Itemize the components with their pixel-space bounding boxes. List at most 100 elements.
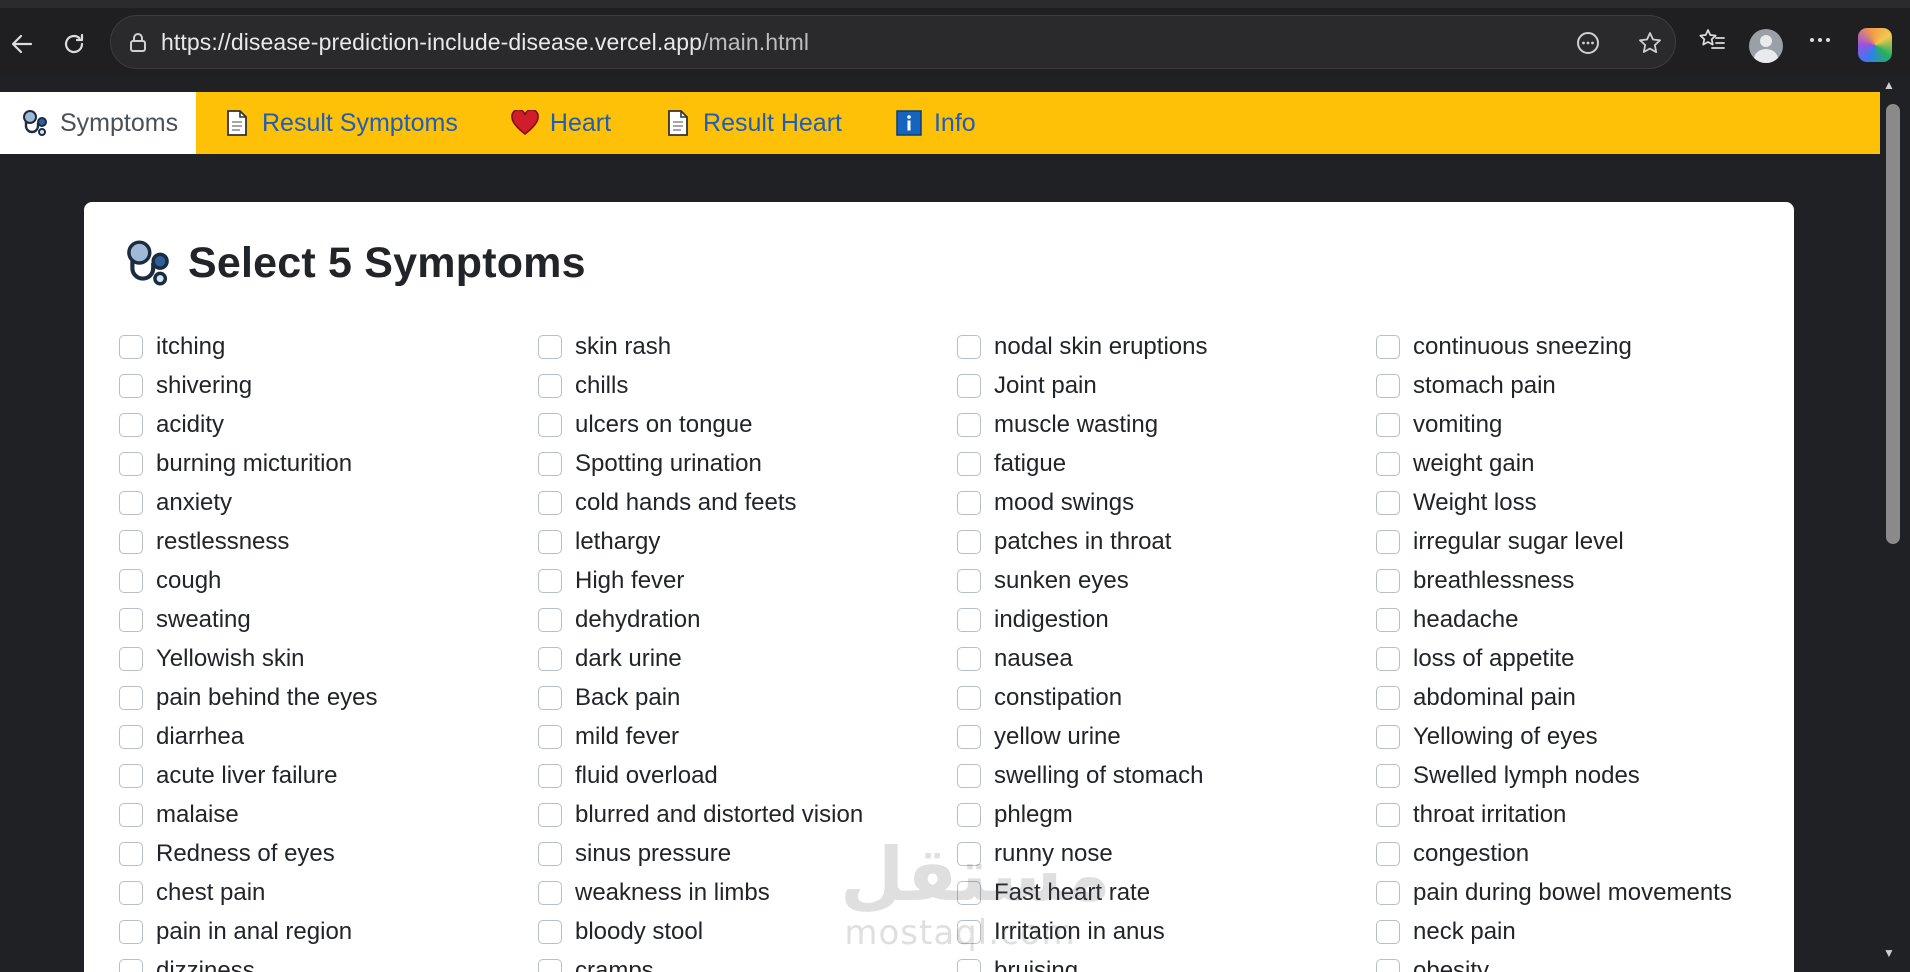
symptom-option[interactable]: constipation (957, 678, 1376, 717)
symptom-checkbox[interactable] (119, 685, 143, 710)
symptom-option[interactable]: runny nose (957, 834, 1376, 873)
symptom-option[interactable]: itching (119, 327, 538, 366)
symptom-option[interactable]: sinus pressure (538, 834, 957, 873)
symptom-checkbox[interactable] (1376, 529, 1400, 554)
symptom-checkbox[interactable] (1376, 958, 1400, 972)
symptom-option[interactable]: fluid overload (538, 756, 957, 795)
symptom-option[interactable]: pain behind the eyes (119, 678, 538, 717)
symptom-checkbox[interactable] (538, 451, 562, 476)
symptom-checkbox[interactable] (1376, 607, 1400, 632)
favorite-star-icon[interactable] (1635, 28, 1665, 58)
symptom-checkbox[interactable] (957, 490, 981, 515)
symptom-checkbox[interactable] (957, 880, 981, 905)
symptom-checkbox[interactable] (538, 490, 562, 515)
symptom-option[interactable]: irregular sugar level (1376, 522, 1791, 561)
reload-button[interactable] (54, 24, 94, 64)
symptom-option[interactable]: Irritation in anus (957, 912, 1376, 951)
symptom-option[interactable]: cough (119, 561, 538, 600)
symptom-checkbox[interactable] (538, 685, 562, 710)
url-text[interactable]: https://disease-prediction-include-disea… (161, 29, 809, 56)
symptom-checkbox[interactable] (957, 451, 981, 476)
symptom-option[interactable]: muscle wasting (957, 405, 1376, 444)
symptom-option[interactable]: pain in anal region (119, 912, 538, 951)
tab-symptoms[interactable]: Symptoms (0, 92, 196, 154)
symptom-checkbox[interactable] (957, 646, 981, 671)
symptom-option[interactable]: mood swings (957, 483, 1376, 522)
symptom-checkbox[interactable] (538, 334, 562, 359)
symptom-option[interactable]: phlegm (957, 795, 1376, 834)
symptom-checkbox[interactable] (538, 763, 562, 788)
symptom-option[interactable]: dark urine (538, 639, 957, 678)
symptom-option[interactable]: nausea (957, 639, 1376, 678)
symptom-option[interactable]: burning micturition (119, 444, 538, 483)
profile-avatar[interactable] (1749, 29, 1783, 63)
symptom-checkbox[interactable] (538, 958, 562, 972)
favorites-list-icon[interactable] (1694, 22, 1730, 58)
symptom-checkbox[interactable] (957, 529, 981, 554)
symptom-checkbox[interactable] (957, 724, 981, 749)
symptom-checkbox[interactable] (538, 841, 562, 866)
symptom-option[interactable]: dizziness (119, 951, 538, 972)
symptom-option[interactable]: loss of appetite (1376, 639, 1791, 678)
symptom-option[interactable]: breathlessness (1376, 561, 1791, 600)
symptom-option[interactable]: mild fever (538, 717, 957, 756)
symptom-checkbox[interactable] (119, 529, 143, 554)
symptom-checkbox[interactable] (957, 763, 981, 788)
symptom-checkbox[interactable] (957, 607, 981, 632)
scroll-up-arrow-icon[interactable]: ▲ (1883, 78, 1895, 92)
symptom-checkbox[interactable] (1376, 802, 1400, 827)
scroll-down-arrow-icon[interactable]: ▼ (1883, 946, 1895, 960)
symptom-option[interactable]: Swelled lymph nodes (1376, 756, 1791, 795)
symptom-option[interactable]: vomiting (1376, 405, 1791, 444)
more-menu-icon[interactable] (1802, 22, 1838, 58)
symptom-option[interactable]: Joint pain (957, 366, 1376, 405)
address-bar[interactable]: https://disease-prediction-include-disea… (110, 15, 1676, 69)
site-info-icon[interactable] (125, 30, 151, 56)
symptom-option[interactable]: cold hands and feets (538, 483, 957, 522)
copilot-icon[interactable] (1858, 28, 1892, 62)
symptom-option[interactable]: High fever (538, 561, 957, 600)
tab-heart[interactable]: Heart (484, 92, 637, 154)
symptom-option[interactable]: cramps (538, 951, 957, 972)
tab-result-symptoms[interactable]: Result Symptoms (196, 92, 484, 154)
symptom-checkbox[interactable] (538, 412, 562, 437)
tab-info[interactable]: Info (868, 92, 1002, 154)
symptom-checkbox[interactable] (538, 529, 562, 554)
symptom-option[interactable]: diarrhea (119, 717, 538, 756)
symptom-checkbox[interactable] (1376, 880, 1400, 905)
symptom-checkbox[interactable] (1376, 685, 1400, 710)
symptom-option[interactable]: acute liver failure (119, 756, 538, 795)
symptom-checkbox[interactable] (1376, 451, 1400, 476)
symptom-checkbox[interactable] (957, 412, 981, 437)
symptom-checkbox[interactable] (119, 763, 143, 788)
symptom-checkbox[interactable] (957, 685, 981, 710)
symptom-checkbox[interactable] (1376, 568, 1400, 593)
symptom-checkbox[interactable] (957, 373, 981, 398)
symptom-checkbox[interactable] (119, 451, 143, 476)
symptom-option[interactable]: Weight loss (1376, 483, 1791, 522)
symptom-checkbox[interactable] (1376, 919, 1400, 944)
symptom-option[interactable]: chest pain (119, 873, 538, 912)
symptom-option[interactable]: blurred and distorted vision (538, 795, 957, 834)
reader-icon[interactable] (1573, 28, 1603, 58)
scrollbar-thumb[interactable] (1886, 104, 1900, 544)
symptom-checkbox[interactable] (119, 880, 143, 905)
symptom-option[interactable]: Fast heart rate (957, 873, 1376, 912)
symptom-option[interactable]: restlessness (119, 522, 538, 561)
symptom-checkbox[interactable] (957, 958, 981, 972)
symptom-checkbox[interactable] (538, 919, 562, 944)
symptom-option[interactable]: chills (538, 366, 957, 405)
symptom-option[interactable]: fatigue (957, 444, 1376, 483)
symptom-checkbox[interactable] (538, 880, 562, 905)
symptom-option[interactable]: pain during bowel movements (1376, 873, 1791, 912)
symptom-option[interactable]: obesity (1376, 951, 1791, 972)
symptom-option[interactable]: sunken eyes (957, 561, 1376, 600)
symptom-checkbox[interactable] (119, 334, 143, 359)
symptom-checkbox[interactable] (119, 490, 143, 515)
symptom-option[interactable]: sweating (119, 600, 538, 639)
symptom-option[interactable]: malaise (119, 795, 538, 834)
symptom-option[interactable]: nodal skin eruptions (957, 327, 1376, 366)
symptom-option[interactable]: patches in throat (957, 522, 1376, 561)
symptom-checkbox[interactable] (119, 412, 143, 437)
symptom-option[interactable]: continuous sneezing (1376, 327, 1791, 366)
